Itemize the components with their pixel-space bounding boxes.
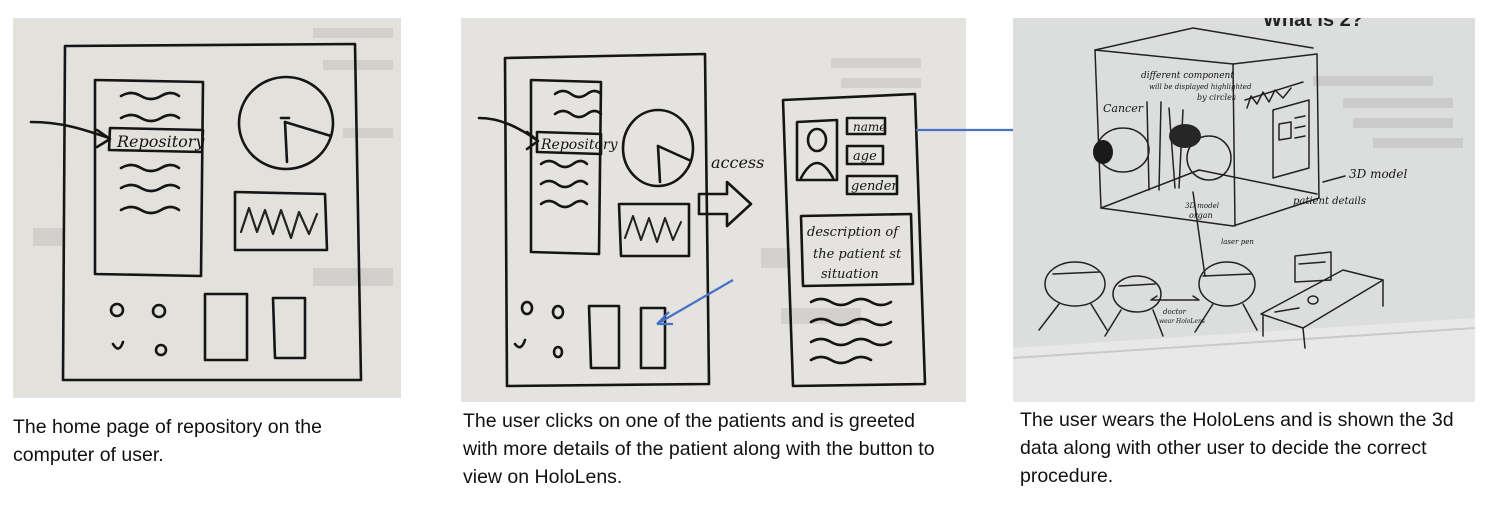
repository-label: Repository (116, 132, 205, 151)
cancer-label: Cancer (1103, 102, 1144, 115)
svg-text:age: age (853, 149, 877, 164)
icon-circle (154, 343, 168, 357)
caption-home-page: The home page of repository on the compu… (13, 416, 322, 466)
pie-chart-widget (621, 108, 695, 188)
name-field: name (845, 116, 886, 136)
svg-text:wear HoloLens: wear HoloLens (1159, 318, 1205, 325)
caption-hololens: The user wears the HoloLens and is shown… (1020, 409, 1454, 487)
svg-text:laser pen: laser pen (1221, 238, 1254, 246)
model-3d-label: 3D model (1349, 167, 1407, 181)
svg-text:description of: description of (807, 225, 900, 240)
detail-frame (781, 92, 927, 388)
gender-field: gender (845, 174, 898, 196)
hololens-scene-drawing: What is 2? Cancer different component wi… (1013, 18, 1475, 402)
patient-card (203, 292, 249, 362)
patient-details-label: patient details (1293, 196, 1366, 207)
screen-frame (61, 42, 363, 382)
line-chart-widget (617, 202, 691, 258)
patient-photo (795, 118, 839, 182)
sketch-hololens-scene: What is 2? Cancer different component wi… (1013, 18, 1475, 402)
svg-text:situation: situation (821, 267, 879, 282)
patient-card (587, 304, 621, 370)
patient-details-drawing: Repository access name age gender descri… (477, 52, 927, 388)
line-chart-widget (233, 190, 329, 252)
description-box: description of the patient st situation (799, 212, 915, 288)
svg-text:name: name (853, 120, 886, 134)
svg-text:doctor: doctor (1163, 308, 1187, 316)
svg-text:3D model: 3D model (1185, 202, 1219, 210)
sketch-patient-details: Repository access name age gender descri… (461, 18, 966, 402)
age-field: age (845, 144, 885, 166)
caption-patient-details: The user clicks on one of the patients a… (463, 410, 935, 488)
svg-text:organ: organ (1189, 211, 1213, 220)
sketch-home-page: Repository (13, 18, 401, 398)
repository-label: Repository (540, 137, 619, 153)
access-label: access (711, 153, 764, 172)
svg-text:gender: gender (851, 179, 898, 194)
svg-text:by circles: by circles (1197, 93, 1236, 102)
svg-text:different component: different component (1141, 71, 1234, 81)
click-arrow (656, 279, 734, 325)
patient-list-panel (93, 78, 205, 278)
pie-chart-widget (237, 75, 335, 171)
patient-card (639, 306, 667, 370)
patient-card (271, 296, 307, 360)
icon-circle (111, 340, 125, 350)
svg-text:will be displayed highlighted: will be displayed highlighted (1149, 83, 1252, 91)
repository-button: Repository (107, 126, 205, 154)
home-page-drawing: Repository (29, 28, 393, 382)
icon-circle (151, 303, 167, 319)
svg-text:the patient st: the patient st (813, 247, 902, 262)
repository-button: Repository (535, 130, 619, 156)
screen-frame (503, 52, 711, 388)
page-heading: What is 2? (1263, 18, 1363, 31)
icon-circle (109, 302, 125, 318)
